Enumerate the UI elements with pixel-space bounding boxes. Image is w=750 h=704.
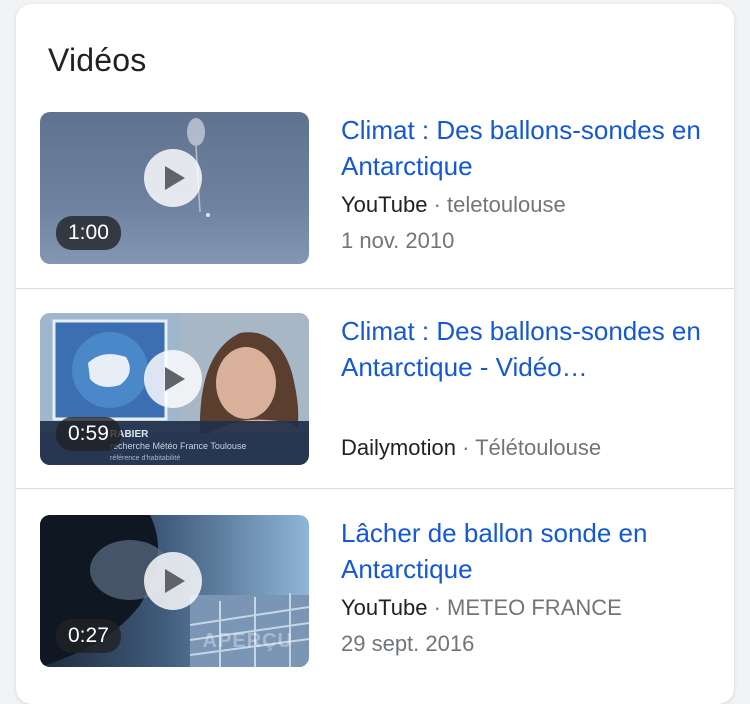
video-source: Dailymotion [341,435,456,460]
meta-separator: · [433,192,441,217]
svg-text:référence d'habitabilité: référence d'habitabilité [110,455,180,462]
play-button[interactable] [144,149,202,207]
video-meta: YouTube · METEO FRANCE [341,593,716,623]
video-results-card: Vidéos 1:00 Climat: Des ballons-sondes … [16,4,734,704]
video-source: YouTube [341,192,428,217]
play-button[interactable] [144,552,202,610]
play-icon [165,367,185,391]
duration-badge: 0:59 [56,417,121,451]
video-thumbnail[interactable]: RABIER recherche Météo France Toulouse r… [40,313,309,465]
video-thumbnail[interactable]: APERÇU 0:27 [40,515,309,667]
duration-badge: 1:00 [56,216,121,250]
video-info: Climat : Des ballons-sondes en Antarctiq… [341,313,716,460]
play-icon [165,569,185,593]
duration-badge: 0:27 [56,619,121,653]
video-result: APERÇU 0:27 Lâcher de ballon sonde en An… [16,488,734,689]
play-icon [165,166,185,190]
preview-watermark: APERÇU [202,630,293,652]
svg-text:recherche Météo France Toulous: recherche Météo France Toulouse [110,441,246,451]
video-info: Lâcher de ballon sonde en Antarctique Yo… [341,515,716,659]
play-button[interactable] [144,350,202,408]
video-channel: METEO FRANCE [447,595,622,620]
meta-separator: · [433,595,441,620]
video-date: 1 nov. 2010 [341,228,455,253]
video-source: YouTube [341,595,428,620]
video-result: 1:00 Climat : Des ballons-sondes en Anta… [16,96,734,296]
meta-separator: · [462,435,470,460]
video-thumbnail[interactable]: 1:00 [40,112,309,264]
video-channel: Télétoulouse [475,435,602,460]
video-meta: Dailymotion · Télétoulouse [341,433,601,463]
video-result: RABIER recherche Météo France Toulouse r… [16,288,734,489]
video-title-link[interactable]: Climat : Des ballons-sondes en Antarctiq… [341,313,716,385]
video-title-link[interactable]: Climat : Des ballons-sondes en Antarctiq… [341,112,716,184]
video-channel: teletoulouse [447,192,566,217]
video-date: 29 sept. 2016 [341,631,475,656]
video-title-link[interactable]: Lâcher de ballon sonde en Antarctique [341,515,716,587]
video-info: Climat : Des ballons-sondes en Antarctiq… [341,112,716,256]
section-title: Vidéos [48,42,147,78]
video-meta: YouTube · teletoulouse [341,190,716,220]
